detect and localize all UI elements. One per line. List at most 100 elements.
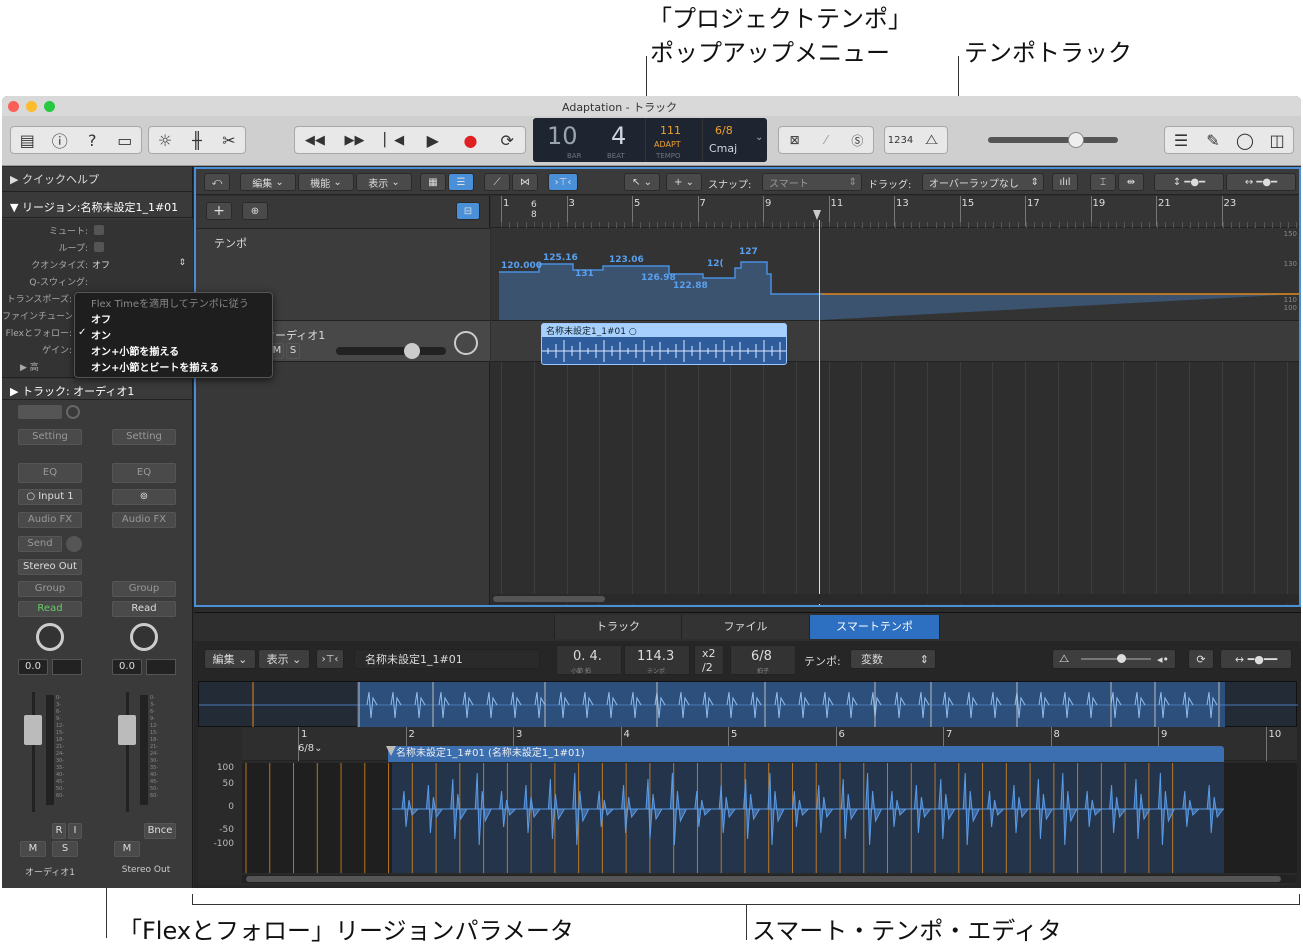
solo-icon[interactable]: Ⓢ — [842, 132, 873, 149]
flex-menu-item-off[interactable]: オフ — [91, 311, 111, 326]
smart-catch-icon[interactable]: ›⊤‹ — [316, 649, 344, 669]
waveform-zoom-icon[interactable]: ılıl — [1052, 173, 1078, 191]
automation-button-1[interactable]: Read — [18, 601, 82, 617]
smart-edit-menu[interactable]: 編集 ⌄ — [204, 649, 256, 669]
tempo-track-lane[interactable]: 120.000 125.16 131 123.06 126.98 122.88 12(127… — [491, 228, 1299, 320]
eq-button-2[interactable]: EQ — [112, 463, 176, 483]
metronome-icon[interactable]: ⧍ — [916, 132, 947, 148]
list-view-icon[interactable]: ☰ — [448, 173, 474, 191]
rewind-icon[interactable]: ◀◀ — [295, 133, 335, 148]
tempo-point-label[interactable]: 127 — [739, 247, 758, 257]
tuning-icon[interactable]: ⁄ — [810, 133, 841, 147]
setting-button-2[interactable]: Setting — [112, 429, 176, 445]
volume-display-2[interactable]: 0.0 — [112, 659, 142, 675]
project-tempo-popup[interactable]: 111 ADAPT TEMPO — [645, 118, 703, 162]
snap-select[interactable]: スマート ⇕ — [762, 173, 862, 191]
smart-zoom-slider[interactable]: ↔ ━●━━ — [1220, 649, 1292, 669]
region-overview[interactable] — [198, 681, 1298, 728]
smart-ruler-signature[interactable]: 6/8⌄ — [298, 743, 322, 754]
flex-icon[interactable]: ⋈ — [512, 173, 538, 191]
more-disclosure[interactable]: ▶ 高 — [20, 360, 39, 373]
smart-signature-display[interactable]: 6/8 拍子 — [730, 645, 796, 675]
library-icon[interactable]: ▤ — [11, 131, 44, 150]
ruler[interactable]: 1 3 5 7 9 11 13 15 17 19 21 23 — [491, 196, 1299, 228]
volume-fader-1[interactable] — [24, 715, 42, 745]
lcd-dropdown-icon[interactable]: ⌄ — [755, 132, 763, 143]
tempo-point-label[interactable]: 123.06 — [609, 255, 644, 265]
edit-menu[interactable]: 編集 ⌄ — [240, 173, 296, 191]
setting-button-1[interactable]: Setting — [18, 429, 82, 445]
horizontal-fit-icon[interactable]: ⇹ — [1118, 173, 1144, 191]
record-icon[interactable]: ● — [452, 131, 490, 150]
region-header[interactable]: ▼ リージョン:名称未設定1_1#01 — [10, 199, 201, 215]
solo-button-1[interactable]: S — [52, 841, 78, 857]
smart-controls-icon[interactable]: ☼ — [149, 131, 181, 150]
tempo-point-label[interactable]: 131 — [575, 269, 594, 279]
smart-view-menu[interactable]: 表示 ⌄ — [258, 649, 310, 669]
tempo-point-label[interactable]: 126.98 — [641, 273, 676, 283]
loop-checkbox[interactable] — [94, 242, 104, 252]
flex-follow-label[interactable]: Flexとフォロー: — [2, 326, 72, 339]
automation-icon[interactable]: ⟋ — [484, 173, 510, 191]
tempo-x2-button[interactable]: x2 — [702, 647, 716, 660]
close-button[interactable] — [8, 101, 19, 112]
vertical-zoom-slider[interactable]: ↕ ━●━ — [1154, 173, 1224, 191]
volume-fader-2[interactable] — [118, 715, 136, 745]
pan-knob-2[interactable] — [130, 623, 158, 651]
mute-checkbox[interactable] — [94, 225, 104, 235]
go-to-start-icon[interactable]: ▏◀ — [374, 133, 414, 148]
count-in-icon[interactable]: 1234 — [885, 135, 916, 146]
audio-region[interactable]: 名称未設定1_1#01 ○ — [541, 323, 787, 365]
global-tracks-icon[interactable]: ⊟ — [456, 202, 480, 220]
catch-icon[interactable]: ›⊤‹ — [548, 173, 578, 191]
functions-menu[interactable]: 機能 ⌄ — [298, 173, 354, 191]
group-button-1[interactable]: Group — [18, 581, 82, 597]
eq-button-1[interactable]: EQ — [18, 463, 82, 483]
editors-icon[interactable]: ✂ — [213, 131, 245, 150]
replace-icon[interactable]: ⊠ — [779, 133, 810, 147]
minimize-button[interactable] — [26, 101, 37, 112]
note-pad-icon[interactable]: ✎ — [1197, 131, 1229, 150]
output-button-1[interactable]: Stereo Out — [18, 559, 82, 575]
audio-fx-button-1[interactable]: Audio FX — [18, 512, 82, 528]
quantize-select[interactable]: オフ ⇕ — [92, 258, 190, 271]
add-track-icon[interactable]: + — [206, 202, 232, 220]
horizontal-zoom-slider[interactable]: ↔ ━●━ — [1226, 173, 1296, 191]
tempo-point-label[interactable]: 120.000 — [501, 261, 542, 271]
tempo-point-label[interactable]: 122.88 — [673, 281, 708, 291]
track-solo-button[interactable]: S — [286, 343, 300, 359]
play-icon[interactable]: ▶ — [414, 131, 452, 150]
cycle-icon[interactable]: ⟳ — [489, 131, 525, 150]
track-header[interactable]: ▶ トラック: オーディオ1 — [10, 383, 201, 399]
pointer-tool-icon[interactable]: ↖ ⌄ — [624, 173, 660, 191]
lcd-key[interactable]: Cmaj — [709, 142, 737, 155]
pan-knob-1[interactable] — [36, 623, 64, 651]
flex-menu-item-on[interactable]: オン — [91, 327, 111, 342]
stereo-link-icon[interactable]: ⊚ — [112, 489, 176, 505]
track-volume-slider[interactable] — [336, 343, 446, 359]
mute-button-2[interactable]: M — [114, 841, 140, 857]
input-monitor-button[interactable]: I — [68, 823, 82, 839]
tempo-mode-select[interactable]: 変数 ⇕ — [850, 649, 936, 669]
smart-position-display[interactable]: 0. 4. 小節 拍 — [556, 645, 622, 675]
track-volume-knob[interactable] — [404, 343, 420, 359]
inspector-icon[interactable]: ⓘ — [44, 128, 77, 152]
metronome-volume[interactable]: ⧍ ◂• — [1052, 649, 1176, 669]
browser-icon[interactable]: ◫ — [1261, 131, 1293, 150]
toolbar-icon[interactable]: ▭ — [109, 131, 142, 150]
smart-waveform-area[interactable] — [242, 763, 1297, 873]
mixer-icon[interactable]: ╫ — [181, 131, 213, 150]
volume-display-1[interactable]: 0.0 — [18, 659, 48, 675]
help-icon[interactable]: ? — [76, 131, 109, 150]
master-volume-knob[interactable] — [1068, 132, 1084, 148]
input-button-1[interactable]: ○ Input 1 — [18, 489, 82, 505]
marquee-tool-icon[interactable]: + ⌄ — [666, 173, 702, 191]
send-button-1[interactable]: Send — [18, 536, 62, 552]
record-enable-icon[interactable] — [66, 405, 80, 419]
track-pan-knob[interactable] — [454, 331, 478, 355]
drag-select[interactable]: オーバーラップなし ⇕ — [922, 173, 1044, 191]
horizontal-scrollbar[interactable] — [491, 594, 1299, 604]
grid-view-icon[interactable]: ▦ — [420, 173, 446, 191]
master-volume-slider[interactable] — [988, 132, 1118, 148]
smart-scrollbar[interactable] — [242, 875, 1297, 883]
